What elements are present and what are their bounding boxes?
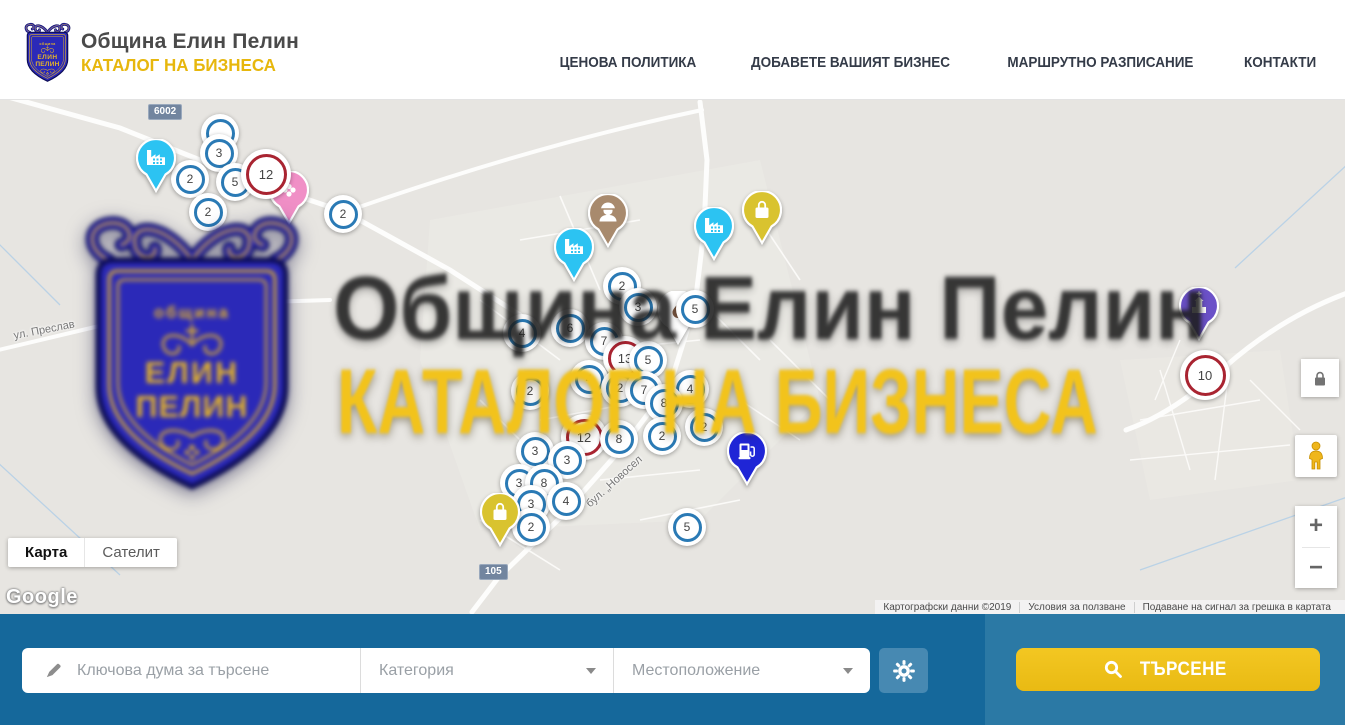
cluster-marker[interactable]: 3 [619, 288, 657, 326]
pegman-icon [1304, 441, 1328, 471]
cluster-marker[interactable]: 5 [676, 290, 714, 328]
cluster-marker[interactable]: 4 [547, 482, 585, 520]
attribution-report-link[interactable]: Подаване на сигнал за грешка в картата [1134, 602, 1339, 613]
cluster-marker[interactable]: 2 [643, 417, 681, 455]
cluster-marker[interactable]: 6 [551, 309, 589, 347]
cluster-marker[interactable]: 4 [503, 314, 541, 352]
bag-pin-marker[interactable] [480, 493, 520, 547]
nav-item-route-schedule[interactable]: МАРШРУТНО РАЗПИСАНИЕ [1007, 54, 1193, 71]
cluster-marker[interactable]: 2 [171, 160, 209, 198]
cluster-marker[interactable]: 10 [1180, 350, 1230, 400]
nav-item-add-your-business[interactable]: ДОБАВЕТЕ ВАШИЯТ БИЗНЕС [751, 54, 950, 71]
cluster-marker[interactable]: 8 [600, 420, 638, 458]
cluster-marker[interactable]: 2 [324, 195, 362, 233]
keyword-field-wrap [22, 648, 360, 693]
gear-icon [891, 658, 917, 684]
search-bar: Категория Местоположение [0, 614, 1345, 725]
lock-control-button[interactable] [1301, 359, 1339, 397]
chevron-down-icon [843, 668, 853, 674]
search-submit-label: ТЪРСЕНЕ [1140, 659, 1227, 681]
brand-title: Община Елин Пелин [81, 30, 299, 54]
category-select-value: Категория [379, 662, 454, 680]
cluster-marker[interactable]: 5 [668, 508, 706, 546]
cluster-marker[interactable]: 2 [511, 372, 549, 410]
factory-pin-marker[interactable] [136, 139, 176, 193]
map-attribution: Картографски данни ©2019 Условия за полз… [875, 600, 1345, 614]
location-select[interactable]: Местоположение [613, 648, 870, 693]
worker-pin-marker[interactable] [588, 194, 628, 248]
attribution-data-notice: Картографски данни ©2019 [875, 602, 1019, 613]
cluster-marker[interactable]: 12 [241, 149, 291, 199]
keyword-search-input[interactable] [77, 662, 337, 680]
bag-pin-marker[interactable] [742, 191, 782, 245]
street-label: ул. Преслав [13, 318, 76, 342]
brand-subtitle: КАТАЛОГ НА БИЗНЕСА [81, 55, 292, 76]
map-canvas[interactable]: 6002105ул. Преславбул. „Новосел325122223… [0, 100, 1345, 614]
cluster-marker[interactable]: 2 [685, 408, 723, 446]
chevron-down-icon [586, 668, 596, 674]
cluster-marker[interactable]: 2 [189, 193, 227, 231]
main-nav: ЦЕНОВА ПОЛИТИКА ДОБАВЕТЕ ВАШИЯТ БИЗНЕС М… [552, 54, 1320, 71]
zoom-out-button[interactable]: − [1295, 548, 1337, 589]
search-fields-group: Категория Местоположение [22, 648, 870, 693]
factory-pin-marker[interactable] [554, 228, 594, 282]
lock-icon [1309, 368, 1331, 388]
site-header: Община Елин Пелин КАТАЛОГ НА БИЗНЕСА ЦЕН… [0, 0, 1345, 100]
street-view-pegman-button[interactable] [1295, 435, 1337, 477]
street-label: бул. „Новосел [584, 454, 645, 510]
markers-layer: 6002105ул. Преславбул. „Новосел325122223… [0, 100, 1345, 614]
attribution-terms-link[interactable]: Условия за ползване [1019, 602, 1133, 613]
search-submit-button[interactable]: ТЪРСЕНЕ [1016, 648, 1320, 691]
search-bar-right-panel: ТЪРСЕНЕ [985, 614, 1345, 725]
pencil-icon [44, 661, 63, 680]
road-badge: 6002 [148, 104, 182, 120]
road-badge: 105 [479, 564, 508, 580]
fuel-pin-marker[interactable] [727, 432, 767, 486]
category-select[interactable]: Категория [360, 648, 613, 693]
brand-text: Община Елин Пелин КАТАЛОГ НА БИЗНЕСА [81, 30, 299, 76]
nav-item-contacts[interactable]: КОНТАКТИ [1244, 54, 1316, 71]
zoom-control: + − [1295, 506, 1337, 588]
factory-pin-marker[interactable] [694, 207, 734, 261]
map-type-satellite-button[interactable]: Сателит [84, 538, 177, 567]
nav-item-pricing-policy[interactable]: ЦЕНОВА ПОЛИТИКА [560, 54, 697, 71]
location-select-value: Местоположение [632, 662, 760, 680]
brand-logo-link[interactable]: Община Елин Пелин КАТАЛОГ НА БИЗНЕСА [24, 22, 299, 84]
google-logo[interactable]: Google [6, 586, 78, 609]
church-pin-marker[interactable] [1179, 287, 1219, 341]
search-icon [1104, 660, 1123, 679]
map-type-map-button[interactable]: Карта [8, 538, 84, 567]
page: Община Елин Пелин КАТАЛОГ НА БИЗНЕСА ЦЕН… [0, 0, 1345, 725]
zoom-in-button[interactable]: + [1295, 506, 1337, 547]
search-bar-left-panel: Категория Местоположение [0, 614, 985, 725]
municipality-crest-icon [24, 22, 71, 84]
map-type-control: Карта Сателит [8, 538, 177, 567]
advanced-settings-button[interactable] [879, 648, 928, 693]
